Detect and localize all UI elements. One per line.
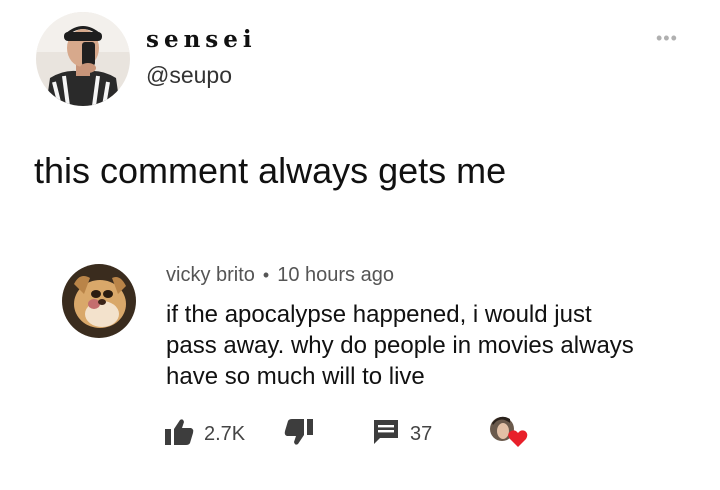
comment-time[interactable]: 10 hours ago	[277, 264, 394, 287]
reply-count: 37	[410, 422, 433, 445]
dislike-button[interactable]	[284, 417, 314, 451]
comment-icon	[372, 418, 400, 451]
tweet-text: this comment always gets me	[34, 150, 507, 191]
comment-body: if the apocalypse happened, i would just…	[166, 299, 686, 392]
comment-author[interactable]: vicky brito	[166, 264, 255, 287]
like-button[interactable]: 2.7K	[164, 417, 245, 451]
meta-separator: •	[262, 265, 270, 285]
comment-line: if the apocalypse happened, i would just	[166, 301, 592, 328]
like-count: 2.7K	[204, 422, 246, 445]
commenter-avatar[interactable]	[62, 264, 136, 338]
reply-button[interactable]: 37	[372, 417, 432, 451]
more-horizontal-icon[interactable]: •••	[656, 28, 678, 49]
tweet-card: sensei @seupo ••• this comment always ge…	[0, 0, 720, 490]
profile-avatar[interactable]	[36, 12, 130, 106]
creator-heart[interactable]	[488, 415, 528, 454]
thumbs-up-icon	[164, 418, 194, 451]
comment-meta: vicky brito • 10 hours ago	[166, 264, 394, 287]
heart-icon	[488, 415, 528, 454]
comment-line: have so much will to live	[166, 363, 425, 390]
user-handle[interactable]: @seupo	[146, 62, 232, 89]
thumbs-down-icon	[284, 418, 314, 451]
comment-line: pass away. why do people in movies alway…	[166, 332, 634, 359]
display-name[interactable]: sensei	[146, 26, 257, 53]
comment-actions: 2.7K 37	[164, 415, 544, 454]
